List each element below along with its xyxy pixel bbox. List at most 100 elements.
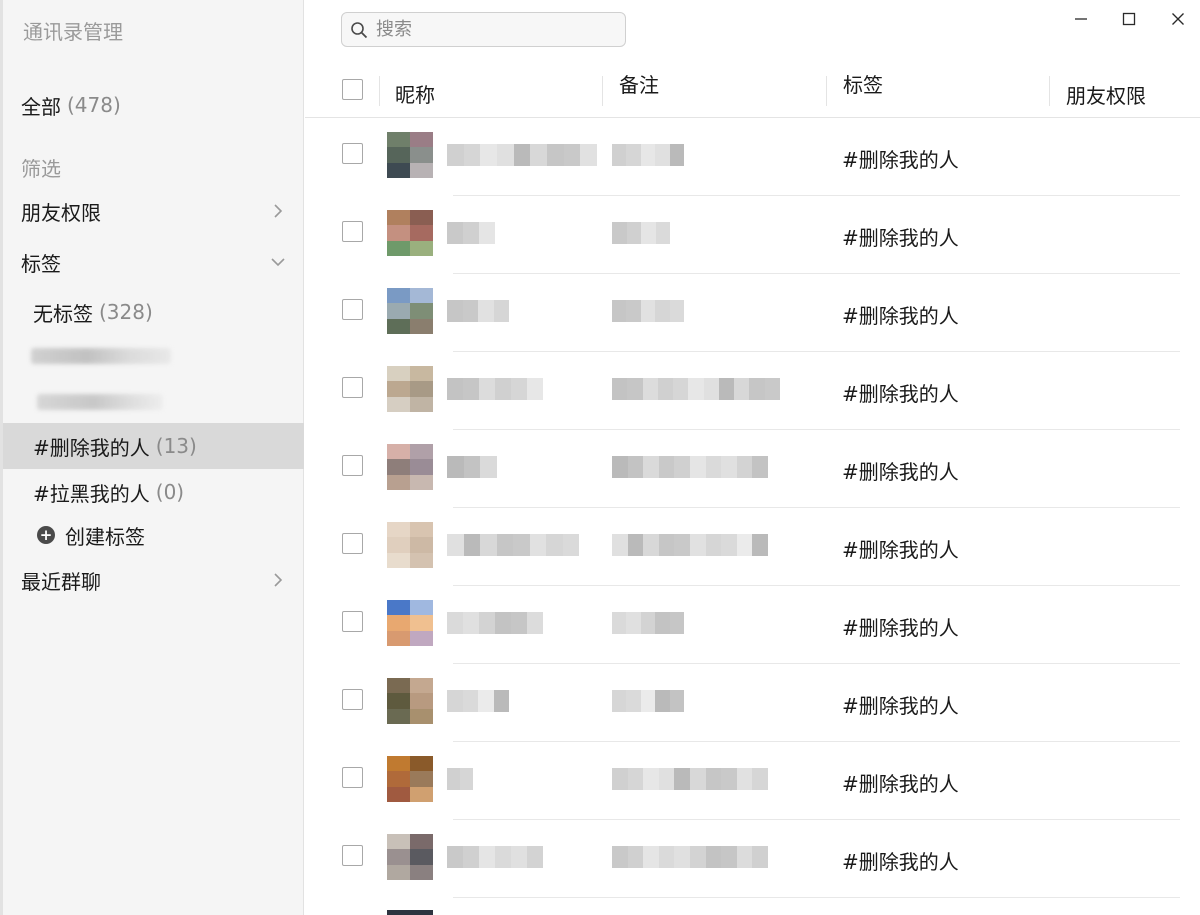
- row-checkbox[interactable]: [342, 377, 363, 398]
- remark-redacted: [612, 456, 768, 478]
- avatar: [387, 834, 433, 880]
- row-checkbox[interactable]: [342, 689, 363, 710]
- tag-item-deleted-me[interactable]: #删除我的人 (13): [3, 423, 304, 469]
- create-tag-label: 创建标签: [65, 524, 145, 549]
- remark-redacted: [612, 768, 768, 790]
- row-checkbox[interactable]: [342, 455, 363, 476]
- avatar: [387, 756, 433, 802]
- row-tag: #删除我的人: [842, 226, 959, 250]
- avatar: [387, 678, 433, 724]
- column-header-tag[interactable]: 标签: [843, 69, 883, 98]
- table-row[interactable]: #删除我的人: [305, 664, 1200, 742]
- close-icon: [1172, 13, 1184, 25]
- remark-redacted: [612, 612, 685, 634]
- sidebar-item-recent-groups[interactable]: 最近群聊: [3, 557, 304, 603]
- sidebar-item-recent-groups-label: 最近群聊: [21, 569, 101, 594]
- tag-item-blocked-me[interactable]: #拉黑我的人 (0): [3, 469, 304, 515]
- redacted-text: [31, 348, 171, 364]
- tag-item-label: #删除我的人: [33, 435, 150, 460]
- filter-section-label: 筛选: [21, 157, 61, 181]
- table-row[interactable]: #删除我的人: [305, 508, 1200, 586]
- row-tag: #删除我的人: [842, 148, 959, 172]
- tag-item-label: #拉黑我的人: [33, 481, 150, 506]
- chevron-right-icon: [274, 204, 283, 218]
- row-tag: #删除我的人: [842, 538, 959, 562]
- avatar: [387, 132, 433, 178]
- column-separator: [602, 76, 603, 106]
- create-tag-button[interactable]: + 创建标签: [3, 512, 304, 558]
- tag-item-count: (13): [155, 434, 197, 458]
- minimize-icon: [1075, 18, 1087, 20]
- row-checkbox[interactable]: [342, 221, 363, 242]
- remark-redacted: [612, 144, 685, 166]
- row-checkbox[interactable]: [342, 299, 363, 320]
- avatar: [387, 210, 433, 256]
- remark-redacted: [612, 846, 768, 868]
- nickname-redacted: [447, 456, 498, 478]
- avatar: [387, 600, 433, 646]
- row-divider: [453, 897, 1180, 898]
- table-row[interactable]: #删除我的人: [305, 274, 1200, 352]
- sidebar-item-tags-label: 标签: [21, 251, 61, 276]
- table-row[interactable]: #删除我的人: [305, 118, 1200, 196]
- row-checkbox[interactable]: [342, 845, 363, 866]
- search-icon: [351, 21, 368, 38]
- nickname-redacted: [447, 846, 543, 868]
- search-input[interactable]: [376, 19, 606, 40]
- remark-redacted: [612, 690, 685, 712]
- row-checkbox[interactable]: [342, 533, 363, 554]
- avatar: [387, 910, 433, 915]
- row-tag: #删除我的人: [842, 694, 959, 718]
- tag-item-redacted[interactable]: [3, 334, 304, 380]
- column-separator: [379, 76, 380, 106]
- avatar: [387, 288, 433, 334]
- row-tag: #删除我的人: [842, 304, 959, 328]
- select-all-checkbox[interactable]: [342, 79, 363, 100]
- app-title: 通讯录管理: [23, 20, 123, 44]
- sidebar-item-friend-permission[interactable]: 朋友权限: [3, 188, 304, 234]
- remark-redacted: [612, 300, 685, 322]
- table-row[interactable]: #删除我的人: [305, 352, 1200, 430]
- column-header-permission[interactable]: 朋友权限: [1066, 80, 1146, 109]
- row-tag: #删除我的人: [842, 460, 959, 484]
- chevron-right-icon: [274, 573, 283, 587]
- row-checkbox[interactable]: [342, 143, 363, 164]
- table-row[interactable]: #删除我的人: [305, 820, 1200, 898]
- sidebar-item-all-count: (478): [67, 93, 121, 117]
- search-box[interactable]: [341, 12, 626, 47]
- minimize-button[interactable]: [1066, 6, 1096, 32]
- close-button[interactable]: [1163, 6, 1193, 32]
- tag-item-redacted[interactable]: [3, 378, 304, 424]
- maximize-icon: [1122, 12, 1136, 26]
- table-row[interactable]: #删除我的人: [305, 196, 1200, 274]
- tag-item-untagged[interactable]: 无标签 (328): [3, 289, 304, 335]
- table-row[interactable]: #删除我的人: [305, 430, 1200, 508]
- sidebar-item-all-label: 全部: [21, 94, 61, 119]
- sidebar-item-friend-permission-label: 朋友权限: [21, 200, 101, 225]
- row-checkbox[interactable]: [342, 611, 363, 632]
- nickname-redacted: [447, 222, 495, 244]
- nickname-redacted: [447, 144, 598, 166]
- remark-redacted: [612, 534, 768, 556]
- sidebar-item-tags[interactable]: 标签: [3, 239, 304, 285]
- avatar: [387, 522, 433, 568]
- nickname-redacted: [447, 378, 543, 400]
- nickname-redacted: [447, 300, 509, 322]
- tag-item-label: 无标签: [33, 301, 93, 326]
- nickname-redacted: [447, 768, 473, 790]
- nickname-redacted: [447, 612, 543, 634]
- table-row[interactable]: #删除我的人: [305, 586, 1200, 664]
- sidebar-item-all[interactable]: 全部 (478): [3, 80, 304, 130]
- column-separator: [826, 76, 827, 106]
- avatar: [387, 366, 433, 412]
- table-row[interactable]: #删除我的人: [305, 742, 1200, 820]
- row-tag: #删除我的人: [842, 772, 959, 796]
- sidebar: 通讯录管理 全部 (478) 筛选 朋友权限 标签 无标签 (328) #删除我…: [0, 0, 304, 915]
- column-header-nickname[interactable]: 昵称: [395, 79, 435, 108]
- avatar: [387, 444, 433, 490]
- column-header-remark[interactable]: 备注: [619, 69, 659, 98]
- tag-item-count: (328): [99, 300, 153, 324]
- maximize-button[interactable]: [1114, 6, 1144, 32]
- row-checkbox[interactable]: [342, 767, 363, 788]
- row-tag: #删除我的人: [842, 616, 959, 640]
